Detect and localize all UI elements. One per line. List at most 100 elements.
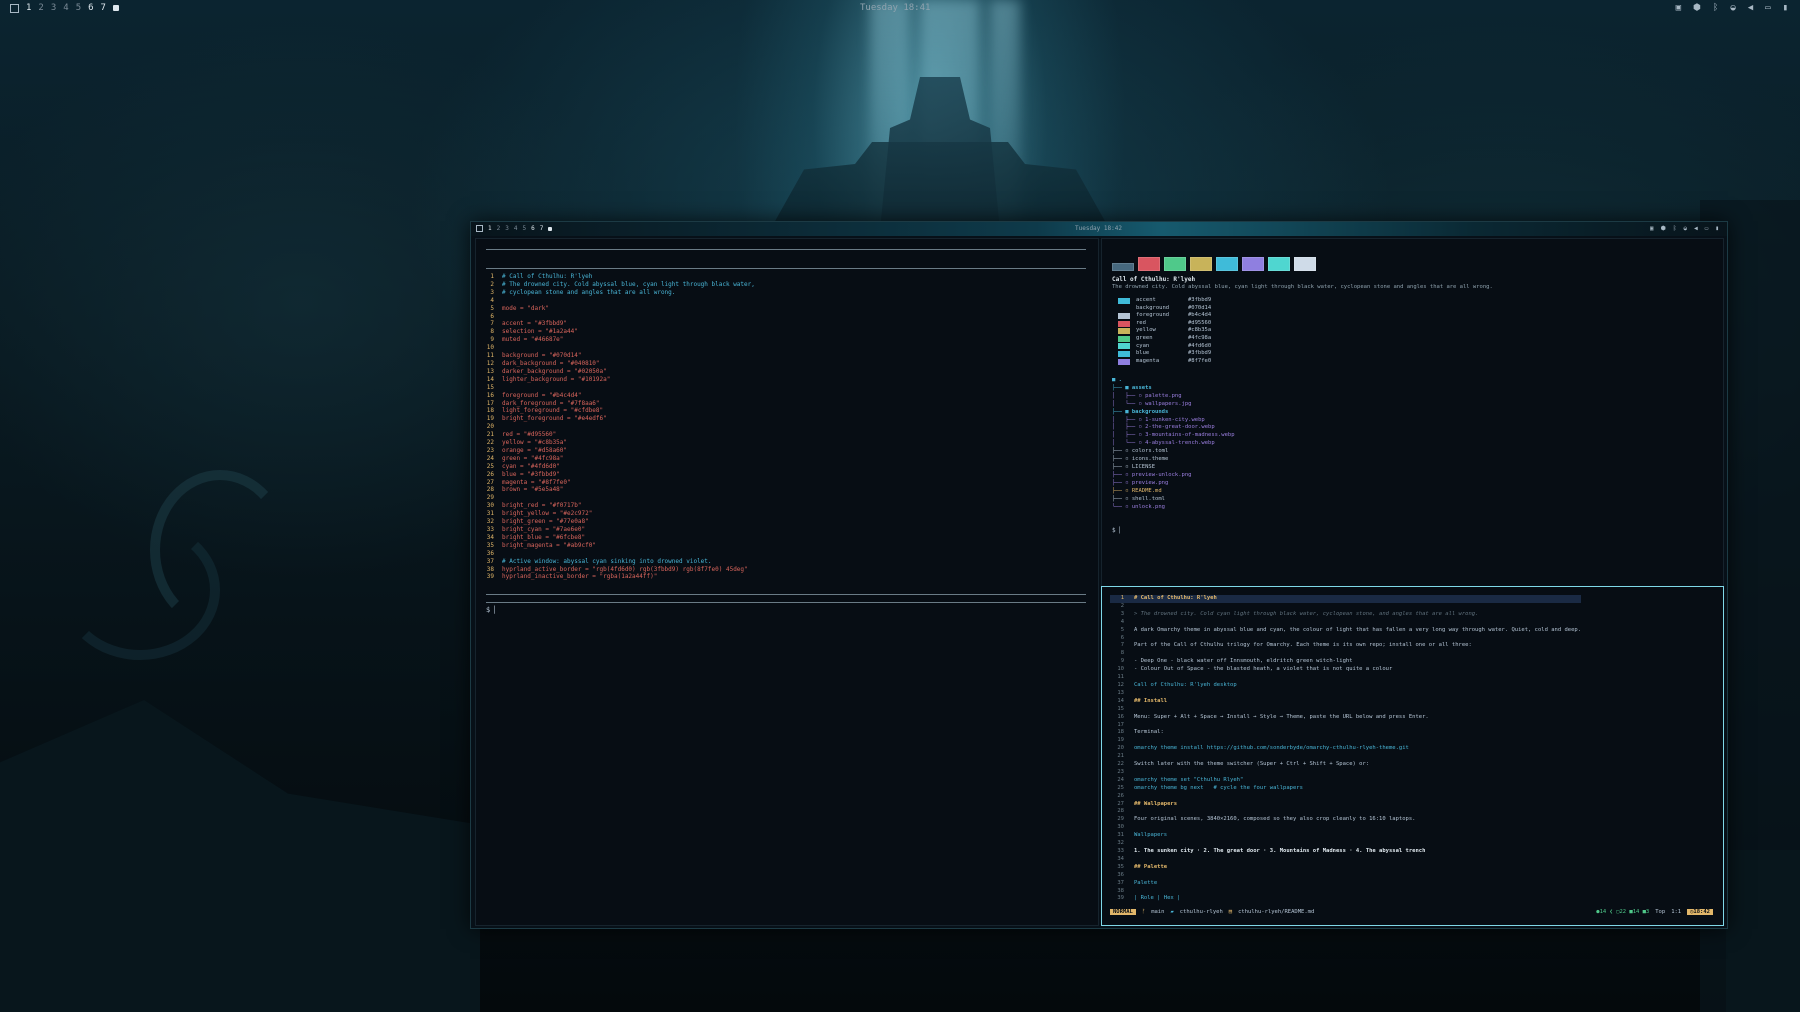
launcher-icon[interactable] [476, 225, 483, 232]
shell-prompt[interactable]: $ ▏ [1112, 527, 1123, 534]
workspace-6[interactable]: 6 [88, 3, 93, 13]
line-number: 8 [490, 328, 494, 336]
workspace-3[interactable]: 3 [51, 3, 56, 13]
screen-record-icon[interactable]: ▣ [1676, 3, 1681, 13]
workspace-7[interactable]: 7 [101, 3, 106, 13]
line-number: 24 [1117, 776, 1124, 783]
palette-role: red [1136, 319, 1146, 326]
volume-icon[interactable]: ◀ [1694, 225, 1698, 232]
readme-line: 9 - Deep One - black water off Innsmouth,… [1110, 658, 1581, 666]
update-icon[interactable]: ⬢ [1693, 3, 1701, 13]
workspace-4[interactable]: 4 [514, 225, 518, 232]
code-line: 36 [480, 550, 755, 558]
workspace-4[interactable]: 4 [63, 3, 68, 13]
display-icon[interactable]: ▭ [1705, 225, 1709, 232]
code-line: 6 [480, 313, 755, 321]
file-tree: ■ . ├── ■ assets │ ├── ▫ palette.png │ └── … [1112, 377, 1235, 511]
workspace-5[interactable]: 5 [76, 3, 81, 13]
workspace-indicator-icon[interactable] [112, 5, 119, 11]
line-text: magenta = "#8f7fe0" [502, 478, 571, 486]
bluetooth-icon[interactable]: ᛒ [1673, 225, 1677, 232]
code-line: 26 blue = "#3fbbd9" [480, 471, 755, 479]
tree-entry: ├── ▫ preview-unlock.png [1112, 471, 1192, 478]
bluetooth-icon[interactable]: ᛒ [1713, 3, 1718, 13]
workspace-5[interactable]: 5 [523, 225, 527, 232]
line-number: 2 [1120, 602, 1124, 609]
update-icon[interactable]: ⬢ [1661, 225, 1666, 232]
screen-record-icon[interactable]: ▣ [1650, 225, 1654, 232]
code-line: 24 green = "#4fc98a" [480, 455, 755, 463]
line-number: 25 [486, 462, 494, 470]
readme-line: 3 > The drowned city. Cold cyan light thr… [1110, 611, 1581, 619]
line-text: Terminal: [1134, 729, 1164, 736]
inner-clock[interactable]: Tuesday 18:42 [1075, 225, 1122, 232]
tentacle-shape [60, 520, 220, 660]
workspace-2[interactable]: 2 [38, 3, 43, 13]
line-text: - Colour Out of Space - the blasted heat… [1134, 666, 1393, 673]
readme-line: 30 [1110, 824, 1581, 832]
shell-prompt[interactable]: $ ▏ [486, 606, 499, 614]
palette-role: magenta [1136, 357, 1160, 364]
line-number: 12 [486, 359, 494, 367]
palette-role: accent [1136, 297, 1156, 303]
readme-line: 19 [1110, 737, 1581, 745]
colors-toml-terminal[interactable]: 1 # Call of Cthulhu: R'lyeh 2 # The drowned… [475, 238, 1099, 926]
line-number: 8 [1120, 650, 1124, 657]
workspace-indicator-icon[interactable] [548, 226, 553, 231]
code-line: 22 yellow = "#c8b35a" [480, 439, 755, 447]
launcher-icon[interactable] [10, 3, 19, 13]
line-text: Wallpapers [1134, 832, 1168, 839]
line-number: 4 [490, 296, 494, 304]
display-icon[interactable]: ▭ [1765, 3, 1770, 13]
code-line: 32 bright_green = "#77e0a8" [480, 518, 755, 526]
code-line: 19 bright_foreground = "#e4edf6" [480, 415, 755, 423]
workspace-2[interactable]: 2 [497, 225, 501, 232]
color-swatch [1164, 257, 1186, 271]
readme-line: 21 [1110, 753, 1581, 761]
battery-icon[interactable]: ▮ [1715, 225, 1719, 232]
palette-role-list: accent #3fbbd9 background #070d14 foreground… [1118, 297, 1211, 365]
wifi-icon[interactable]: ◒ [1730, 3, 1735, 13]
palette-role: background [1136, 304, 1170, 311]
line-number: 23 [1117, 768, 1124, 775]
palette-terminal[interactable]: Call of Cthulhu: R'lyeh The drowned city… [1101, 238, 1724, 602]
wifi-icon[interactable]: ◒ [1684, 225, 1688, 232]
readme-line: 25 omarchy theme bg next # cycle the four… [1110, 785, 1581, 793]
code-view[interactable]: 1 # Call of Cthulhu: R'lyeh 2 # The drowned… [480, 273, 755, 581]
readme-line: 26 [1110, 793, 1581, 801]
code-line: 27 magenta = "#8f7fe0" [480, 479, 755, 487]
workspace-switcher: 1 2 3 4 5 6 7 [10, 3, 119, 13]
line-text: ## Install [1134, 697, 1168, 704]
readme-editor[interactable]: 1 # Call of Cthulhu: R'lyeh 2 3 > The drowne… [1101, 586, 1724, 926]
line-text: yellow = "#c8b35a" [502, 439, 568, 447]
workspace-1[interactable]: 1 [26, 3, 31, 13]
palette-color-box [1118, 320, 1130, 327]
readme-line: 32 [1110, 840, 1581, 848]
workspace-7[interactable]: 7 [540, 225, 544, 232]
line-text: omarchy theme set "Cthulhu Rlyeh" [1134, 776, 1244, 783]
code-line: 34 bright_blue = "#6fcbe8" [480, 534, 755, 542]
tree-entry: │ ├── ▫ palette.png [1112, 392, 1182, 399]
volume-icon[interactable]: ◀ [1748, 3, 1753, 13]
tree-entry: ├── ▫ colors.toml [1112, 448, 1169, 455]
line-number: 20 [486, 423, 494, 431]
line-text: omarchy theme install https://github.com… [1134, 745, 1409, 752]
line-number: 18 [486, 407, 494, 415]
readme-code-view[interactable]: 1 # Call of Cthulhu: R'lyeh 2 3 > The drowne… [1110, 595, 1582, 903]
battery-icon[interactable]: ▮ [1783, 3, 1788, 13]
workspace-1[interactable]: 1 [488, 225, 492, 232]
color-swatch [1242, 257, 1264, 271]
clock[interactable]: Tuesday 18:41 [860, 3, 930, 13]
folder-icon: ▰ [1170, 908, 1174, 915]
tree-entry: │ └── ▫ 4-abyssal-trench.webp [1112, 440, 1215, 447]
workspace-3[interactable]: 3 [505, 225, 509, 232]
code-line: 5 mode = "dark" [480, 305, 755, 313]
line-text: hyprland_active_border = "rgb(4fd6d0) rg… [502, 565, 748, 573]
divider [486, 594, 1086, 595]
readme-line: 5 A dark Omarchy theme in abyssal blue an… [1110, 627, 1581, 635]
code-line: 28 brown = "#5e5a48" [480, 486, 755, 494]
line-text: selection = "#1a2a44" [502, 328, 578, 336]
code-line: 38 hyprland_active_border = "rgb(4fd6d0) … [480, 566, 755, 574]
readme-line: 1 # Call of Cthulhu: R'lyeh [1110, 595, 1582, 603]
workspace-6[interactable]: 6 [531, 225, 535, 232]
